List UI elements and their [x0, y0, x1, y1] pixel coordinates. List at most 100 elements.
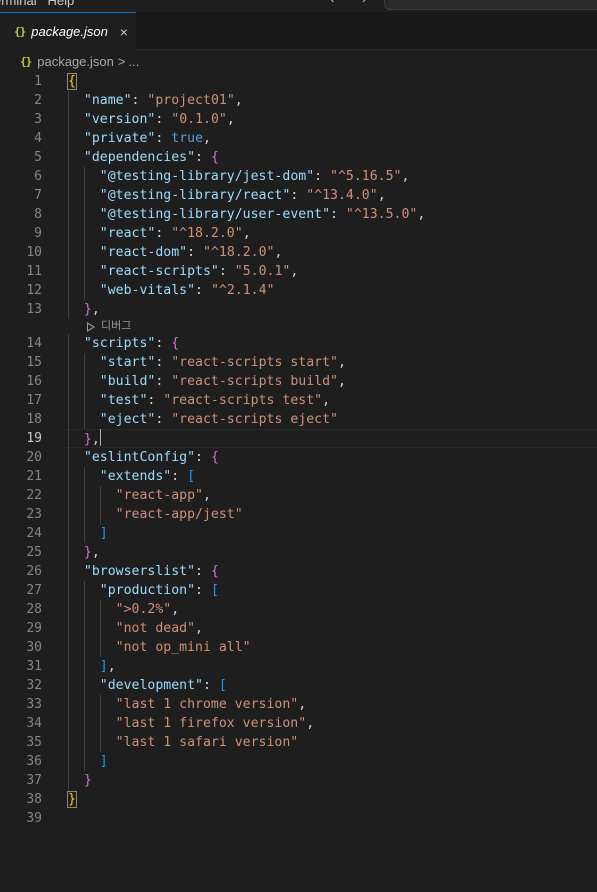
line-number: 1: [34, 74, 42, 89]
code-line[interactable]: 11 "react-scripts": "5.0.1",: [0, 262, 597, 281]
line-number: 3: [34, 112, 42, 127]
line-number: 2: [34, 93, 42, 108]
code-text: "build": "react-scripts build",: [68, 372, 346, 391]
debug-codelens-button[interactable]: 디버그: [87, 319, 131, 334]
code-line[interactable]: 29 "not dead",: [0, 619, 597, 638]
code-text: "start": "react-scripts start",: [68, 353, 346, 372]
code-line[interactable]: 12 "web-vitals": "^2.1.4": [0, 281, 597, 300]
code-line[interactable]: 7 "@testing-library/react": "^13.4.0",: [0, 186, 597, 205]
code-token: ,: [401, 169, 410, 184]
line-number: 27: [26, 583, 42, 598]
code-line[interactable]: 22 "react-app",: [0, 486, 597, 505]
line-number: 23: [26, 507, 42, 522]
breadcrumb-symbols[interactable]: ...: [128, 54, 139, 69]
code-line[interactable]: 5 "dependencies": {: [0, 148, 597, 167]
text-cursor: [99, 429, 101, 446]
code-line[interactable]: 32 "development": [: [0, 676, 597, 695]
code-line[interactable]: 21 "extends": [: [0, 467, 597, 486]
code-token: "last 1 firefox version": [115, 716, 307, 731]
code-line[interactable]: 23 "react-app/jest": [0, 505, 597, 524]
code-line[interactable]: 31 ],: [0, 657, 597, 676]
code-line[interactable]: 30 "not op_mini all": [0, 638, 597, 657]
code-text: "eslintConfig": {: [68, 448, 219, 467]
editor-window: erminal Help ‹ › {} package.json × {} pa…: [0, 0, 597, 892]
code-text: "dependencies": {: [68, 148, 219, 167]
close-icon[interactable]: ×: [116, 24, 132, 40]
code-line[interactable]: 8 "@testing-library/user-event": "^13.5.…: [0, 205, 597, 224]
code-line[interactable]: 37 }: [0, 771, 597, 790]
code-text: "extends": [: [68, 467, 195, 486]
code-line[interactable]: 6 "@testing-library/jest-dom": "^5.16.5"…: [0, 167, 597, 186]
code-text: "react-dom": "^18.2.0",: [68, 243, 283, 262]
code-text: },: [68, 543, 100, 562]
code-token: "@testing-library/jest-dom": [99, 169, 315, 184]
code-token: "eslintConfig": [83, 450, 196, 465]
code-line[interactable]: 16 "build": "react-scripts build",: [0, 372, 597, 391]
code-line[interactable]: 10 "react-dom": "^18.2.0",: [0, 243, 597, 262]
code-token: "extends": [99, 469, 172, 484]
code-line[interactable]: 36 ]: [0, 752, 597, 771]
nav-arrows[interactable]: ‹ ›: [330, 0, 378, 6]
code-line[interactable]: 33 "last 1 chrome version",: [0, 695, 597, 714]
line-number: 8: [34, 207, 42, 222]
code-line[interactable]: 3 "version": "0.1.0",: [0, 110, 597, 129]
code-token: "^18.2.0": [203, 245, 275, 260]
code-line[interactable]: 2 "name": "project01",: [0, 91, 597, 110]
code-editor[interactable]: 1{2 "name": "project01", 3 "version": "0.…: [0, 72, 597, 892]
code-line[interactable]: 13 },: [0, 300, 597, 319]
json-file-icon: {}: [14, 25, 26, 38]
code-token: [: [210, 583, 219, 598]
code-line[interactable]: 27 "production": [: [0, 581, 597, 600]
code-line[interactable]: 20 "eslintConfig": {: [0, 448, 597, 467]
codelens-row: 디버그: [0, 319, 597, 334]
code-token: "web-vitals": [99, 283, 196, 298]
code-token: "last 1 safari version": [115, 735, 299, 750]
code-text: },: [68, 429, 101, 449]
code-token: "development": [99, 678, 203, 693]
code-token: "react-scripts build": [171, 374, 338, 389]
tab-package-json[interactable]: {} package.json ×: [0, 12, 136, 50]
code-token: :: [171, 469, 188, 484]
code-text: "last 1 firefox version",: [68, 714, 315, 733]
code-token: ,: [91, 432, 100, 447]
command-center-input[interactable]: [384, 0, 597, 10]
code-line[interactable]: 34 "last 1 firefox version",: [0, 714, 597, 733]
code-line[interactable]: 14 "scripts": {: [0, 334, 597, 353]
menu-items[interactable]: erminal Help: [0, 0, 74, 8]
code-line[interactable]: 26 "browserslist": {: [0, 562, 597, 581]
code-line[interactable]: 19 },: [0, 429, 597, 448]
code-token: "^2.1.4": [210, 283, 275, 298]
code-token: ,: [322, 393, 331, 408]
code-token: :: [155, 355, 172, 370]
code-token: {: [67, 73, 77, 90]
code-line[interactable]: 39: [0, 809, 597, 828]
code-line[interactable]: 35 "last 1 safari version": [0, 733, 597, 752]
code-token: ,: [298, 697, 307, 712]
code-line[interactable]: 1{: [0, 72, 597, 91]
code-token: }: [83, 773, 92, 788]
code-line[interactable]: 18 "eject": "react-scripts eject": [0, 410, 597, 429]
code-token: "@testing-library/react": [99, 188, 291, 203]
code-line[interactable]: 15 "start": "react-scripts start",: [0, 353, 597, 372]
code-line[interactable]: 25 },: [0, 543, 597, 562]
code-line[interactable]: 9 "react": "^18.2.0",: [0, 224, 597, 243]
code-line[interactable]: 17 "test": "react-scripts test",: [0, 391, 597, 410]
code-text: },: [68, 300, 100, 319]
code-line[interactable]: 24 ]: [0, 524, 597, 543]
code-text: ]: [68, 752, 108, 771]
code-text: ">0.2%",: [68, 600, 180, 619]
code-token: ,: [202, 488, 211, 503]
code-text: "name": "project01",: [68, 91, 243, 110]
menu-bar: erminal Help ‹ ›: [0, 0, 597, 12]
code-token: {: [171, 336, 180, 351]
code-line[interactable]: 28 ">0.2%",: [0, 600, 597, 619]
breadcrumb-file[interactable]: package.json: [37, 54, 114, 69]
code-line[interactable]: 38}: [0, 790, 597, 809]
code-line[interactable]: 4 "private": true,: [0, 129, 597, 148]
